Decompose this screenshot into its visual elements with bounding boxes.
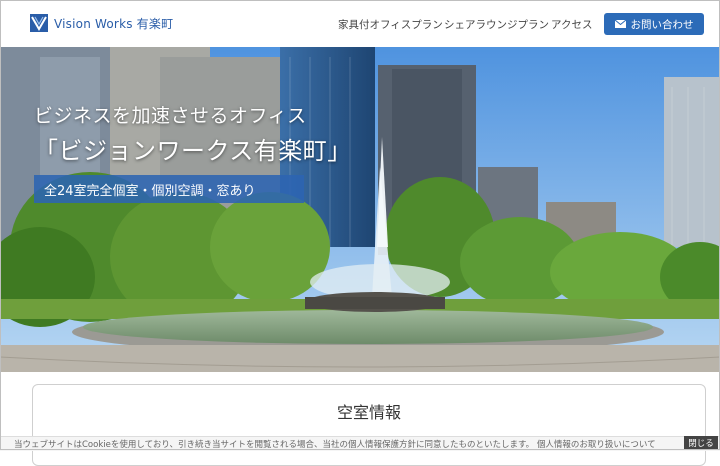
nav-share-lounge[interactable]: シェアラウンジプラン [444, 17, 549, 32]
nav-access[interactable]: アクセス [551, 17, 592, 32]
logo-mark-icon [30, 14, 48, 32]
contact-button-label: お問い合わせ [630, 18, 694, 31]
hero-image [0, 47, 720, 372]
hero-section: ビジネスを加速させるオフィス 「ビジョンワークス有楽町」 全24室完全個室・個別… [0, 47, 720, 372]
cookie-bar: 当ウェブサイトはCookieを使用しており、引き続き当サイトを閲覧される場合、当… [0, 436, 720, 451]
nav-furnished-office[interactable]: 家具付オフィスプラン [338, 17, 443, 32]
logo-text: Vision Works 有楽町 [54, 16, 174, 31]
vacancy-card: 空室情報 [32, 384, 706, 466]
vacancy-title: 空室情報 [336, 403, 401, 422]
mail-icon [614, 20, 626, 28]
site-header: Vision Works 有楽町 家具付オフィスプラン シェアラウンジプラン ア… [0, 0, 720, 47]
hero-office-name: 「ビジョンワークス有楽町」 [34, 137, 352, 165]
cookie-close-button[interactable]: 閉じる [684, 436, 718, 450]
cookie-notice-text: 当ウェブサイトはCookieを使用しており、引き続き当サイトを閲覧される場合、当… [14, 440, 656, 450]
site-logo[interactable]: Vision Works 有楽町 [30, 14, 173, 32]
hero-tagline: ビジネスを加速させるオフィス [34, 105, 307, 127]
contact-button[interactable]: お問い合わせ [604, 13, 704, 35]
hero-feature-badge: 全24室完全個室・個別空調・窓あり [34, 175, 304, 203]
